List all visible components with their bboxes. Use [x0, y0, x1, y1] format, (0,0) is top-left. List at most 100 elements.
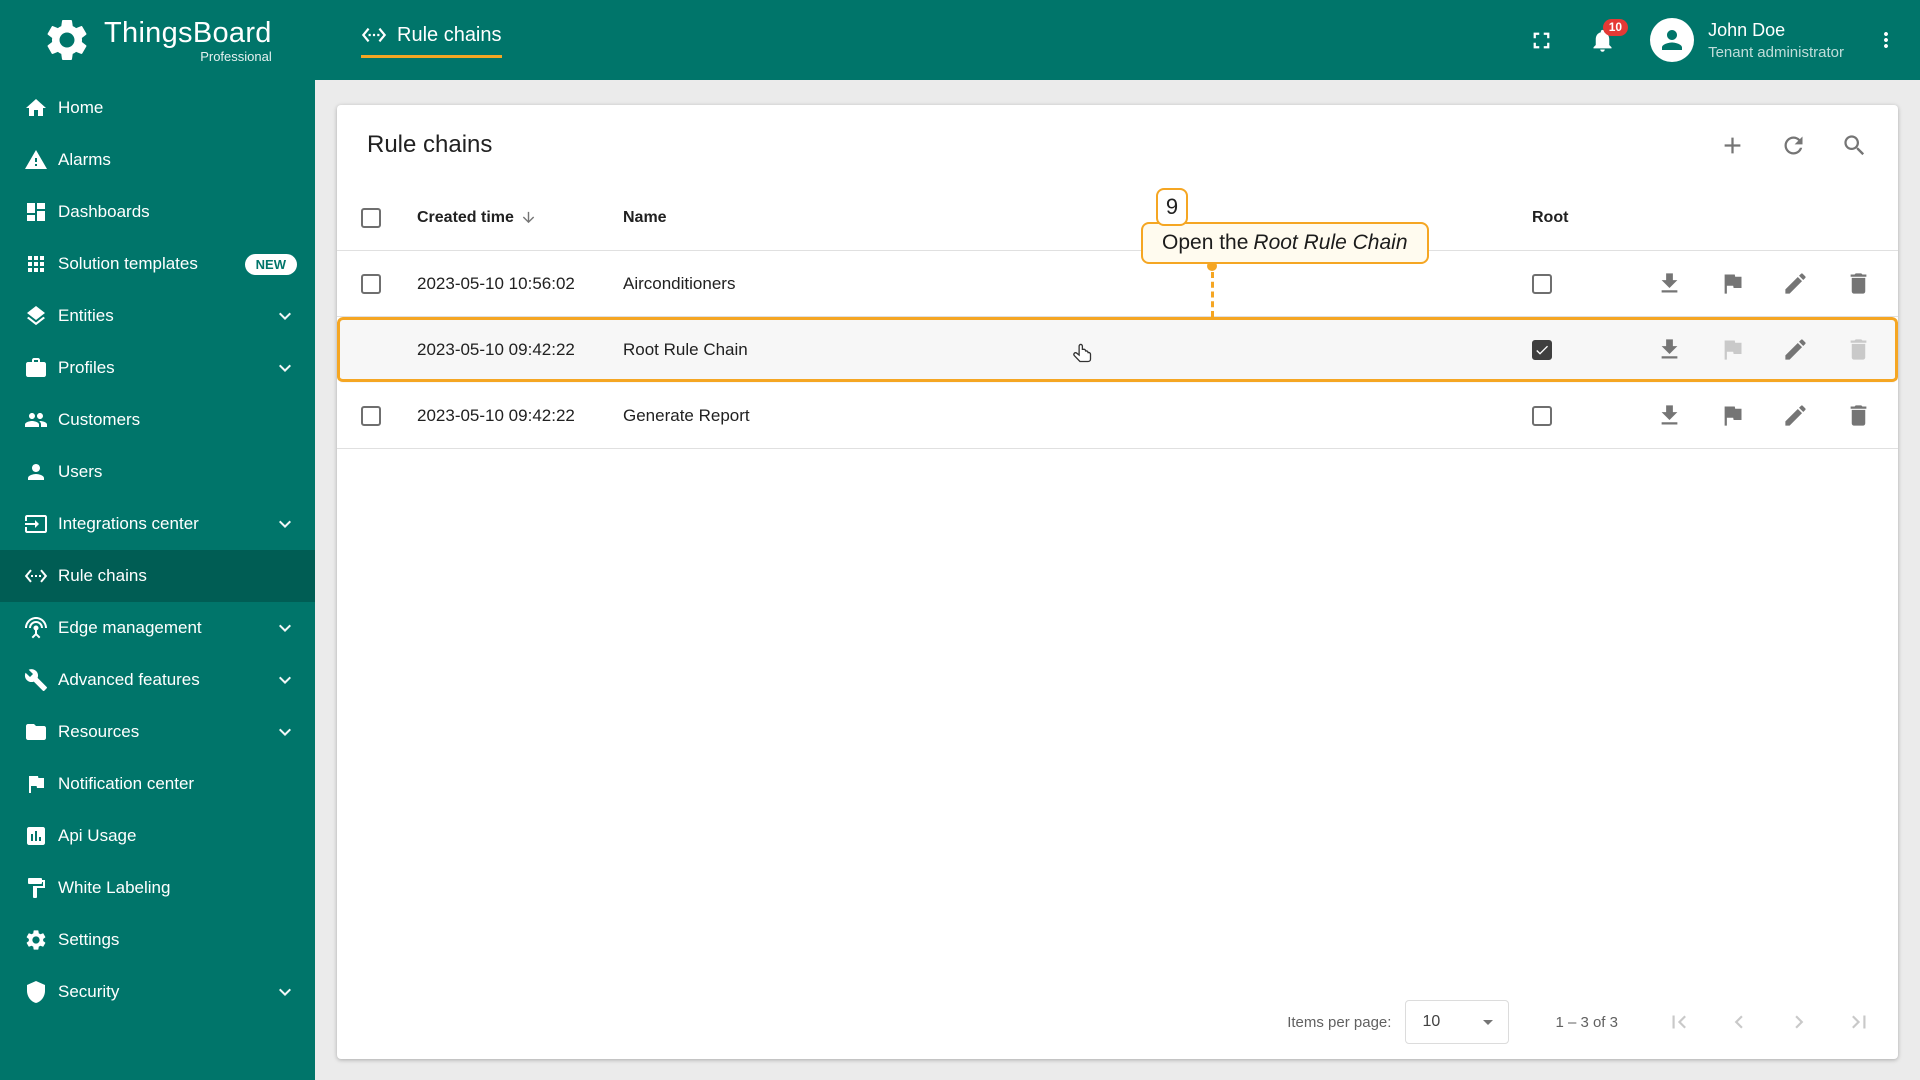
- page-size-value: 10: [1422, 1013, 1441, 1030]
- page-title: Rule chains: [367, 131, 493, 158]
- sidebar-item-api-usage[interactable]: Api Usage: [0, 810, 315, 862]
- brand-edition: Professional: [200, 48, 272, 64]
- tour-tooltip-text: Open the: [1162, 231, 1249, 254]
- search-icon[interactable]: [1841, 132, 1868, 159]
- column-created-time[interactable]: Created time: [417, 209, 514, 227]
- last-page-icon[interactable]: [1846, 1009, 1872, 1035]
- sort-desc-icon[interactable]: [520, 209, 537, 226]
- page-range-label: 1 – 3 of 3: [1555, 1013, 1618, 1031]
- shield-icon: [27, 981, 45, 1003]
- sidebar-item-label: Api Usage: [58, 826, 137, 845]
- profiles-icon: [26, 358, 46, 377]
- sidebar-item-label: Edge management: [58, 618, 202, 637]
- edge-antenna-icon: [25, 617, 47, 639]
- first-page-icon[interactable]: [1666, 1009, 1692, 1035]
- delete-trash-icon[interactable]: [1845, 270, 1872, 297]
- edit-pencil-icon[interactable]: [1782, 336, 1809, 363]
- sidebar-item-advanced-features[interactable]: Advanced features: [0, 654, 315, 706]
- user-block: John Doe Tenant administrator: [1708, 20, 1844, 61]
- sidebar-item-label: White Labeling: [58, 878, 171, 897]
- edit-pencil-icon[interactable]: [1782, 402, 1809, 429]
- items-per-page-label: Items per page:: [1287, 1013, 1392, 1031]
- table-row-root-rule-chain[interactable]: 2023-05-10 09:42:22 Root Rule Chain: [337, 317, 1898, 383]
- sidebar-item-resources[interactable]: Resources: [0, 706, 315, 758]
- sidebar-item-label: Alarms: [58, 150, 111, 169]
- user-name: John Doe: [1708, 19, 1786, 40]
- avatar[interactable]: [1650, 18, 1695, 62]
- sidebar-item-security[interactable]: Security: [0, 966, 315, 1018]
- bar-chart-icon: [27, 827, 45, 845]
- sidebar-item-edge-management[interactable]: Edge management: [0, 602, 315, 654]
- sidebar-item-profiles[interactable]: Profiles: [0, 342, 315, 394]
- sidebar-item-label: Security: [58, 982, 120, 1001]
- add-button-plus-icon[interactable]: [1719, 132, 1746, 159]
- sidebar-item-settings[interactable]: Settings: [0, 914, 315, 966]
- sidebar-item-label: Dashboards: [58, 202, 150, 221]
- sidebar-item-alarms[interactable]: Alarms: [0, 134, 315, 186]
- sidebar-item-rule-chains[interactable]: Rule chains: [0, 550, 315, 602]
- sidebar-item-label: Solution templates: [58, 254, 198, 273]
- table-row[interactable]: 2023-05-10 09:42:22 Generate Report: [337, 383, 1898, 449]
- person-icon: [28, 464, 44, 480]
- sidebar-item-home[interactable]: Home: [0, 82, 315, 134]
- notification-badge: 10: [1602, 18, 1629, 36]
- export-download-icon[interactable]: [1656, 402, 1683, 429]
- prev-page-icon[interactable]: [1726, 1009, 1752, 1035]
- delete-trash-icon[interactable]: [1845, 402, 1872, 429]
- export-download-icon[interactable]: [1656, 270, 1683, 297]
- new-badge: NEW: [244, 253, 297, 275]
- brand-name: ThingsBoard: [104, 16, 272, 49]
- root-checkbox-checked[interactable]: [1532, 339, 1552, 360]
- sidebar-item-notification-center[interactable]: Notification center: [0, 758, 315, 810]
- sidebar-item-white-labeling[interactable]: White Labeling: [0, 862, 315, 914]
- chevron-down-icon: [279, 520, 291, 528]
- page-size-select[interactable]: 10: [1405, 1000, 1510, 1044]
- chevron-down-icon: [279, 364, 291, 372]
- notifications-button[interactable]: 10: [1589, 18, 1629, 54]
- sidebar-item-users[interactable]: Users: [0, 446, 315, 498]
- chevron-down-icon: [279, 988, 291, 996]
- warning-icon: [25, 150, 47, 169]
- make-root-flag-icon[interactable]: [1719, 270, 1746, 297]
- more-menu-button[interactable]: [1874, 28, 1898, 52]
- export-download-icon[interactable]: [1656, 336, 1683, 363]
- next-page-icon[interactable]: [1786, 1009, 1812, 1035]
- refresh-icon[interactable]: [1780, 132, 1807, 159]
- table-header-row: Created time Name Root: [337, 185, 1898, 251]
- thingsboard-logo-icon: [47, 20, 87, 60]
- sidebar-item-dashboards[interactable]: Dashboards: [0, 186, 315, 238]
- make-root-flag-icon-disabled: [1724, 340, 1742, 360]
- select-all-checkbox[interactable]: [361, 207, 381, 228]
- sidebar-item-customers[interactable]: Customers: [0, 394, 315, 446]
- sidebar-item-label: Home: [58, 98, 104, 117]
- sidebar-item-entities[interactable]: Entities: [0, 290, 315, 342]
- root-checkbox[interactable]: [1532, 273, 1552, 294]
- sidebar-item-integrations-center[interactable]: Integrations center: [0, 498, 315, 550]
- gear-icon: [26, 930, 46, 950]
- fullscreen-button[interactable]: [1528, 27, 1555, 54]
- sidebar: Home Alarms Dashboards Solution template…: [0, 80, 315, 1080]
- tools-icon: [24, 669, 47, 691]
- breadcrumb[interactable]: Rule chains: [361, 22, 502, 58]
- root-checkbox[interactable]: [1532, 405, 1552, 426]
- make-root-flag-icon[interactable]: [1719, 402, 1746, 429]
- rule-chain-icon: [361, 27, 387, 43]
- sidebar-item-solution-templates[interactable]: Solution templates NEW: [0, 238, 315, 290]
- delete-trash-icon-disabled: [1850, 339, 1867, 360]
- integrations-icon: [25, 515, 47, 533]
- user-role: Tenant administrator: [1708, 43, 1844, 61]
- name-cell: Airconditioners: [623, 273, 736, 293]
- chevron-down-icon: [279, 312, 291, 320]
- row-checkbox[interactable]: [361, 405, 381, 426]
- sidebar-item-label: Customers: [58, 410, 141, 429]
- sidebar-item-label: Integrations center: [58, 514, 199, 533]
- name-cell: Generate Report: [623, 405, 750, 425]
- chevron-down-icon: [279, 624, 291, 632]
- tour-line: [1211, 272, 1214, 317]
- entities-icon: [27, 306, 45, 326]
- brand: ThingsBoard Professional: [0, 15, 315, 65]
- row-checkbox[interactable]: [361, 273, 381, 294]
- chevron-down-icon: [279, 676, 291, 684]
- table-row[interactable]: 2023-05-10 10:56:02 Airconditioners: [337, 251, 1898, 317]
- edit-pencil-icon[interactable]: [1782, 270, 1809, 297]
